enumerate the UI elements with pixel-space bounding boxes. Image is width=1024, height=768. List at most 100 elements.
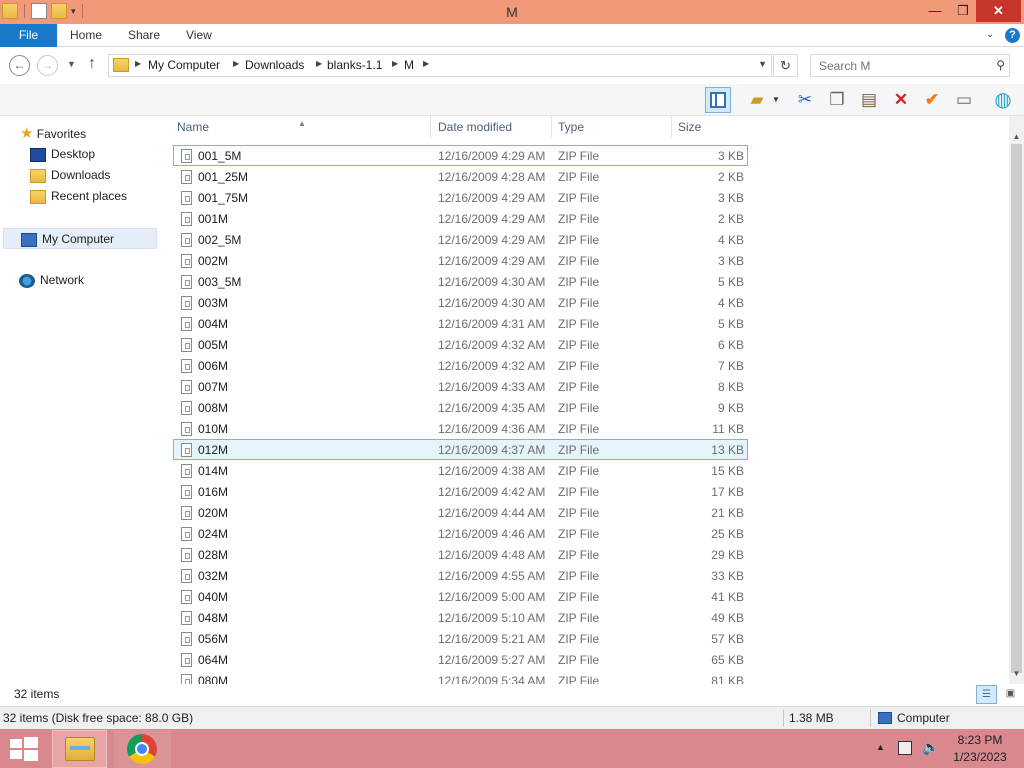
- scroll-down-icon[interactable]: ▼: [1009, 669, 1024, 678]
- file-date-modified: 12/16/2009 4:42 AM: [438, 485, 546, 499]
- file-name: 002_5M: [198, 233, 242, 247]
- expand-ribbon-icon[interactable]: ⌄: [986, 29, 994, 40]
- table-row[interactable]: 080M 12/16/2009 5:34 AM ZIP File 81 KB: [173, 670, 748, 684]
- details-view-icon[interactable]: ☰: [976, 685, 997, 704]
- volume-icon[interactable]: 🔈: [922, 739, 939, 756]
- vertical-scrollbar[interactable]: ▲ ▼: [1009, 116, 1024, 684]
- table-row[interactable]: 014M 12/16/2009 4:38 AM ZIP File 15 KB: [173, 460, 748, 481]
- clock-date[interactable]: 1/23/2023: [940, 750, 1020, 764]
- zip-file-icon: [181, 317, 192, 331]
- table-row[interactable]: 003M 12/16/2009 4:30 AM ZIP File 4 KB: [173, 292, 748, 313]
- table-row[interactable]: 032M 12/16/2009 4:55 AM ZIP File 33 KB: [173, 565, 748, 586]
- table-row[interactable]: 020M 12/16/2009 4:44 AM ZIP File 21 KB: [173, 502, 748, 523]
- cut-icon[interactable]: ✂: [792, 87, 818, 113]
- table-row[interactable]: 007M 12/16/2009 4:33 AM ZIP File 8 KB: [173, 376, 748, 397]
- layout-pane-icon[interactable]: [705, 87, 731, 113]
- nav-item-desktop[interactable]: Desktop: [30, 144, 95, 165]
- column-header-size[interactable]: Size: [674, 116, 752, 138]
- chevron-right-icon[interactable]: ▶: [316, 59, 322, 68]
- scrollbar-thumb[interactable]: [1011, 144, 1022, 673]
- file-size: 11 KB: [712, 422, 744, 436]
- nav-item-downloads[interactable]: Downloads: [30, 165, 110, 186]
- recent-locations-icon[interactable]: ▼: [67, 59, 76, 69]
- table-row[interactable]: 006M 12/16/2009 4:32 AM ZIP File 7 KB: [173, 355, 748, 376]
- taskbar-file-explorer[interactable]: [52, 730, 107, 768]
- check-icon[interactable]: ✔: [919, 87, 945, 113]
- status-disk-space: 32 items (Disk free space: 88.0 GB): [3, 711, 194, 725]
- search-box[interactable]: ⚲: [810, 54, 1010, 77]
- file-date-modified: 12/16/2009 4:29 AM: [438, 191, 546, 205]
- table-row[interactable]: 001_25M 12/16/2009 4:28 AM ZIP File 2 KB: [173, 166, 748, 187]
- chevron-right-icon[interactable]: ▶: [233, 59, 239, 68]
- properties-icon[interactable]: ▭: [951, 87, 977, 113]
- taskbar-chrome[interactable]: [114, 730, 171, 768]
- nav-item-recent-places[interactable]: Recent places: [30, 186, 127, 207]
- search-input[interactable]: [811, 55, 981, 76]
- table-row[interactable]: 002M 12/16/2009 4:29 AM ZIP File 3 KB: [173, 250, 748, 271]
- file-name: 008M: [198, 401, 229, 415]
- minimize-button[interactable]: —: [920, 0, 950, 22]
- breadcrumb-my-computer[interactable]: My Computer: [148, 58, 220, 72]
- table-row[interactable]: 008M 12/16/2009 4:35 AM ZIP File 9 KB: [173, 397, 748, 418]
- refresh-button[interactable]: ↻: [773, 54, 798, 77]
- show-hidden-icons-icon[interactable]: ▲: [876, 742, 885, 752]
- close-button[interactable]: ✕: [976, 0, 1021, 22]
- tab-share[interactable]: Share: [128, 24, 160, 47]
- column-header-date-modified[interactable]: Date modified: [434, 116, 552, 138]
- breadcrumb-blanks[interactable]: blanks-1.1: [327, 58, 382, 72]
- table-row[interactable]: 001_75M 12/16/2009 4:29 AM ZIP File 3 KB: [173, 187, 748, 208]
- paste-icon[interactable]: ▤: [856, 87, 882, 113]
- file-size: 6 KB: [717, 338, 744, 352]
- large-icons-view-icon[interactable]: ▣: [1001, 685, 1020, 704]
- zip-file-icon: [181, 212, 192, 226]
- file-name: 007M: [198, 380, 229, 394]
- table-row[interactable]: 064M 12/16/2009 5:27 AM ZIP File 65 KB: [173, 649, 748, 670]
- help-icon[interactable]: ?: [1005, 28, 1020, 43]
- nav-item-my-computer[interactable]: My Computer: [3, 228, 157, 249]
- nav-item-favorites[interactable]: ★ Favorites: [20, 123, 86, 144]
- table-row[interactable]: 010M 12/16/2009 4:36 AM ZIP File 11 KB: [173, 418, 748, 439]
- table-row[interactable]: 024M 12/16/2009 4:46 AM ZIP File 25 KB: [173, 523, 748, 544]
- chevron-down-icon[interactable]: ▼: [770, 87, 782, 113]
- clock-time[interactable]: 8:23 PM: [940, 733, 1020, 747]
- table-row[interactable]: 004M 12/16/2009 4:31 AM ZIP File 5 KB: [173, 313, 748, 334]
- chevron-right-icon[interactable]: ▶: [392, 59, 398, 68]
- chevron-right-icon[interactable]: ▶: [135, 59, 141, 68]
- table-row[interactable]: 003_5M 12/16/2009 4:30 AM ZIP File 5 KB: [173, 271, 748, 292]
- up-button[interactable]: ↑: [88, 55, 96, 73]
- tab-home[interactable]: Home: [70, 24, 102, 47]
- table-row[interactable]: 056M 12/16/2009 5:21 AM ZIP File 57 KB: [173, 628, 748, 649]
- breadcrumb-m[interactable]: M: [404, 58, 414, 72]
- network-tray-icon[interactable]: [898, 741, 912, 755]
- table-row[interactable]: 001M 12/16/2009 4:29 AM ZIP File 2 KB: [173, 208, 748, 229]
- file-date-modified: 12/16/2009 4:55 AM: [438, 569, 546, 583]
- copy-icon[interactable]: ❐: [824, 87, 850, 113]
- delete-icon[interactable]: ✕: [888, 87, 914, 113]
- chevron-right-icon[interactable]: ▶: [423, 59, 429, 68]
- back-button[interactable]: ←: [9, 55, 30, 76]
- address-bar[interactable]: ▶ My Computer ▶ Downloads ▶ blanks-1.1 ▶…: [108, 54, 772, 77]
- table-row[interactable]: 012M 12/16/2009 4:37 AM ZIP File 13 KB: [173, 439, 748, 460]
- table-row[interactable]: 002_5M 12/16/2009 4:29 AM ZIP File 4 KB: [173, 229, 748, 250]
- start-button[interactable]: [10, 737, 38, 761]
- search-icon[interactable]: ⚲: [996, 58, 1005, 72]
- forward-button[interactable]: →: [37, 55, 58, 76]
- new-folder-icon[interactable]: ▰: [744, 87, 770, 113]
- maximize-button[interactable]: ❐: [948, 0, 978, 22]
- nav-item-network[interactable]: Network: [19, 270, 84, 291]
- table-row[interactable]: 001_5M 12/16/2009 4:29 AM ZIP File 3 KB: [173, 145, 748, 166]
- table-row[interactable]: 028M 12/16/2009 4:48 AM ZIP File 29 KB: [173, 544, 748, 565]
- downloads-folder-icon: [30, 168, 46, 183]
- table-row[interactable]: 005M 12/16/2009 4:32 AM ZIP File 6 KB: [173, 334, 748, 355]
- breadcrumb-downloads[interactable]: Downloads: [245, 58, 304, 72]
- chevron-down-icon[interactable]: ▼: [758, 59, 767, 69]
- scroll-up-icon[interactable]: ▲: [1009, 132, 1024, 141]
- table-row[interactable]: 048M 12/16/2009 5:10 AM ZIP File 49 KB: [173, 607, 748, 628]
- column-header-type[interactable]: Type: [554, 116, 672, 138]
- table-row[interactable]: 040M 12/16/2009 5:00 AM ZIP File 41 KB: [173, 586, 748, 607]
- globe-icon[interactable]: ◍: [990, 87, 1016, 113]
- column-header-name[interactable]: Name ▲: [173, 116, 431, 138]
- table-row[interactable]: 016M 12/16/2009 4:42 AM ZIP File 17 KB: [173, 481, 748, 502]
- tab-view[interactable]: View: [186, 24, 212, 47]
- tab-file[interactable]: File: [0, 24, 57, 47]
